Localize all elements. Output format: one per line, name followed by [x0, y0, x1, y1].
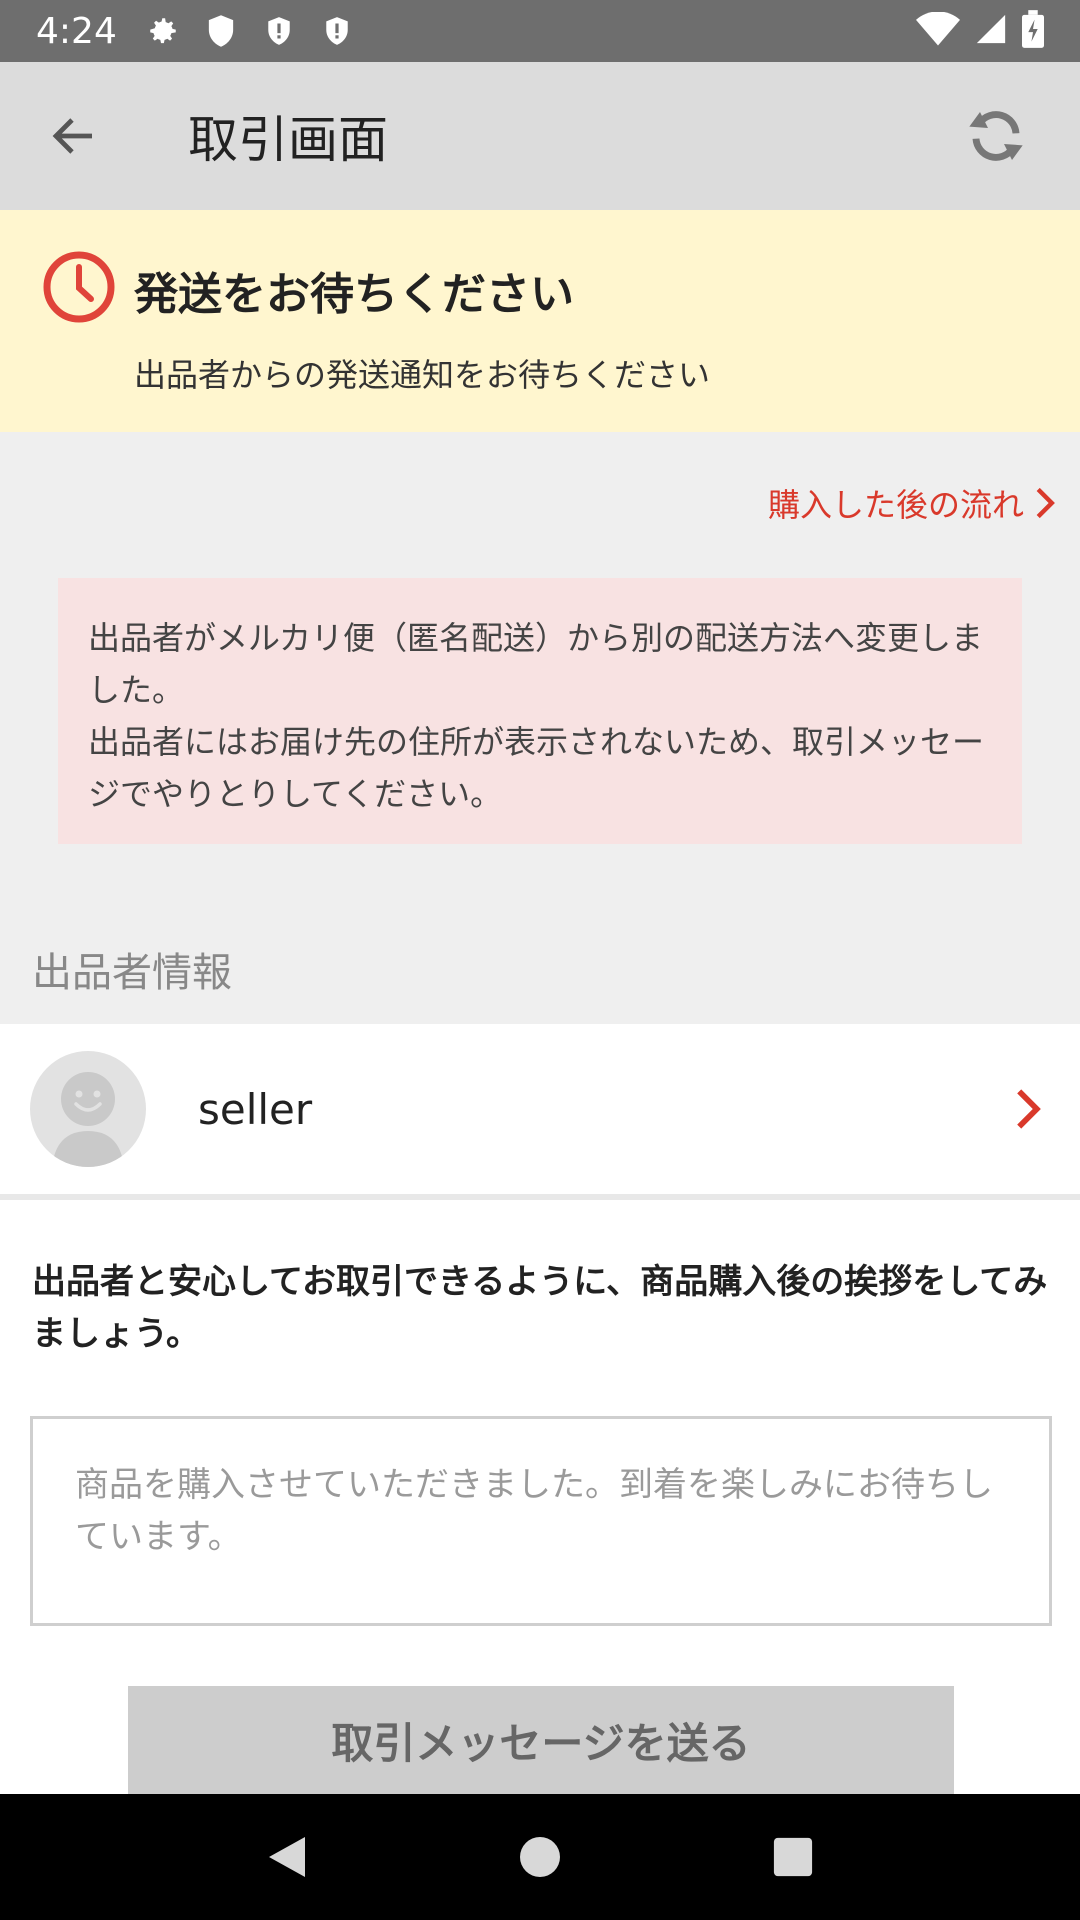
notice-subtitle: 出品者からの発送通知をお待ちください: [134, 356, 711, 394]
battery-icon: [1022, 10, 1044, 52]
seller-row[interactable]: seller: [0, 1024, 1080, 1200]
notice-title: 発送をお待ちください: [134, 269, 574, 320]
shipping-status-banner: 発送をお待ちください 出品者からの発送通知をお待ちください: [0, 210, 1080, 432]
gear-icon: [143, 11, 183, 51]
alert-line-2: 出品者にはお届け先の住所が表示されないため、取引メッセージでやりとりしてください…: [88, 723, 985, 813]
chevron-right-icon: [1036, 487, 1055, 519]
greeting-prompt: 出品者と安心してお取引できるように、商品購入後の挨拶をしてみましょう。: [32, 1262, 1048, 1354]
purchase-flow-link[interactable]: 購入した後の流れ: [768, 480, 1056, 526]
purchase-flow-label: 購入した後の流れ: [767, 486, 1024, 524]
seller-section-label: 出品者情報: [32, 950, 232, 996]
message-input[interactable]: 商品を購入させていただきました。到着を楽しみにお待ちしています。: [30, 1416, 1052, 1626]
home-circle-icon[interactable]: [500, 1817, 580, 1897]
clock-icon: [42, 250, 116, 324]
wifi-icon: [916, 11, 960, 50]
system-nav-bar: [0, 1794, 1080, 1920]
send-message-button[interactable]: 取引メッセージを送る: [128, 1686, 954, 1794]
shield-alert-icon: [317, 11, 357, 51]
refresh-button[interactable]: [948, 88, 1044, 184]
status-bar: 4:24: [0, 0, 1080, 62]
default-avatar-icon: [52, 1072, 124, 1167]
shipping-method-alert: 出品者がメルカリ便（匿名配送）から別の配送方法へ変更しました。 出品者にはお届け…: [58, 578, 1022, 844]
chevron-right-icon: [1004, 1085, 1052, 1133]
seller-name: seller: [198, 1084, 313, 1134]
alert-line-1: 出品者がメルカリ便（匿名配送）から別の配送方法へ変更しました。: [88, 619, 984, 709]
greeting-compose-section: 出品者と安心してお取引できるように、商品購入後の挨拶をしてみましょう。 商品を購…: [0, 1200, 1080, 1794]
signal-icon: [974, 12, 1008, 50]
shield-alert-icon: [259, 11, 299, 51]
page-title: 取引画面: [188, 111, 388, 169]
back-triangle-icon[interactable]: [247, 1817, 327, 1897]
app-bar: 取引画面: [0, 62, 1080, 210]
avatar: [30, 1051, 146, 1167]
back-button[interactable]: [24, 86, 124, 186]
shield-icon: [201, 11, 241, 51]
arrow-left-icon: [52, 118, 92, 154]
status-time: 4:24: [36, 10, 117, 52]
refresh-icon: [969, 111, 1023, 161]
recents-square-icon[interactable]: [753, 1817, 833, 1897]
